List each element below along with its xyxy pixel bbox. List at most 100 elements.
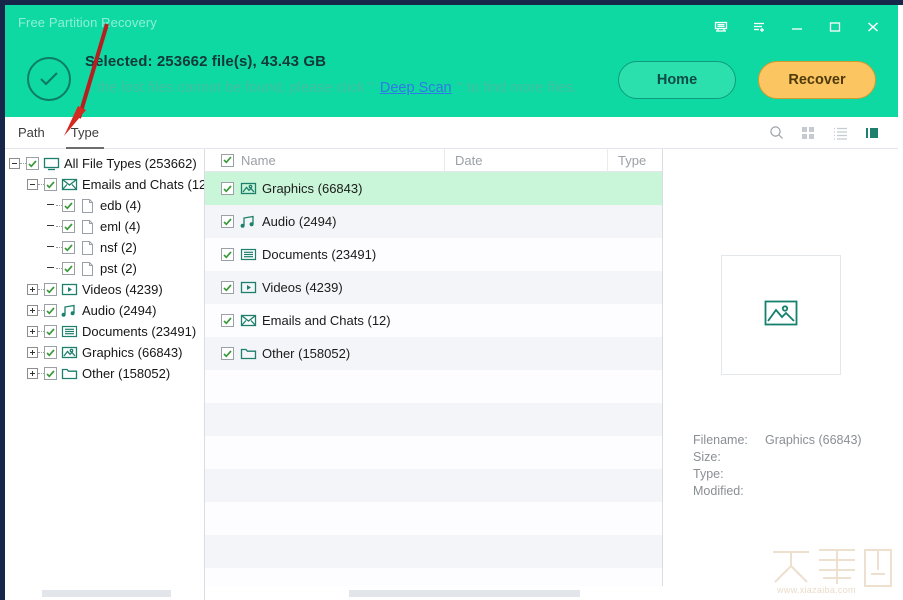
deep-scan-link[interactable]: Deep Scan <box>380 80 452 96</box>
file-list-header: Name Date Type <box>205 149 662 172</box>
tree-node-label: Graphics (66843) <box>82 345 183 360</box>
file-list-row[interactable]: Other (158052) <box>205 337 662 370</box>
row-checkbox[interactable] <box>221 182 234 195</box>
tree-leaf-spacer <box>45 221 56 232</box>
list-view-icon[interactable] <box>830 123 850 143</box>
preview-field: Type: <box>693 466 862 483</box>
tree-node-checkbox[interactable] <box>44 367 57 380</box>
document-icon <box>61 324 78 339</box>
row-checkbox[interactable] <box>221 248 234 261</box>
grid-view-icon[interactable] <box>798 123 818 143</box>
image-icon <box>61 345 78 360</box>
maximize-icon[interactable] <box>816 14 854 40</box>
list-add-icon[interactable] <box>740 14 778 40</box>
tree-node-label: nsf (2) <box>100 240 137 255</box>
tree-node-checkbox[interactable] <box>26 157 39 170</box>
tree-node-label: Emails and Chats (12) <box>82 177 204 192</box>
tree-node-checkbox[interactable] <box>44 283 57 296</box>
app-header: Free Partition Recovery Selected: 253662… <box>5 5 898 117</box>
tree-expand-toggle[interactable] <box>27 326 38 337</box>
file-type-tree: All File Types (253662) Emails and Chats … <box>5 149 204 384</box>
search-icon[interactable] <box>766 123 786 143</box>
scan-status: Selected: 253662 file(s), 43.43 GB If th… <box>27 50 577 101</box>
file-list-row[interactable]: Graphics (66843) <box>205 172 662 205</box>
home-button[interactable]: Home <box>618 61 736 99</box>
preview-pane-icon[interactable] <box>862 123 882 143</box>
file-list-row[interactable]: Documents (23491) <box>205 238 662 271</box>
window-controls <box>702 14 892 40</box>
preview-field: Modified: <box>693 483 862 500</box>
row-checkbox[interactable] <box>221 215 234 228</box>
row-checkbox[interactable] <box>221 314 234 327</box>
close-icon[interactable] <box>854 14 892 40</box>
tree-node[interactable]: Other (158052) <box>5 363 204 384</box>
tree-expand-toggle[interactable] <box>27 347 38 358</box>
tree-node[interactable]: nsf (2) <box>5 237 204 258</box>
preview-field-value: Graphics (66843) <box>765 433 862 447</box>
tree-collapse-toggle[interactable] <box>27 179 38 190</box>
tree-node-checkbox[interactable] <box>44 325 57 338</box>
tree-node-label: pst (2) <box>100 261 137 276</box>
tree-node[interactable]: Graphics (66843) <box>5 342 204 363</box>
tree-node[interactable]: Audio (2494) <box>5 300 204 321</box>
mail-icon <box>61 177 78 192</box>
list-horizontal-scrollbar[interactable] <box>205 589 662 598</box>
file-list-row[interactable]: Videos (4239) <box>205 271 662 304</box>
tab-type[interactable]: Type <box>58 117 112 149</box>
tree-leaf-spacer <box>45 263 56 274</box>
file-list-row[interactable]: Emails and Chats (12) <box>205 304 662 337</box>
row-checkbox[interactable] <box>221 347 234 360</box>
tree-node-checkbox[interactable] <box>44 178 57 191</box>
list-scrollbar-thumb[interactable] <box>349 590 580 597</box>
tree-node[interactable]: eml (4) <box>5 216 204 237</box>
preview-thumbnail <box>721 255 841 375</box>
file-list-row[interactable]: Audio (2494) <box>205 205 662 238</box>
audio-icon <box>240 214 257 229</box>
file-icon <box>79 219 96 234</box>
file-list-empty-row <box>205 502 662 535</box>
tree-horizontal-scrollbar[interactable] <box>5 589 204 598</box>
row-checkbox[interactable] <box>221 281 234 294</box>
tree-node-label: Other (158052) <box>82 366 171 381</box>
tree-node[interactable]: Videos (4239) <box>5 279 204 300</box>
tree-node[interactable]: Documents (23491) <box>5 321 204 342</box>
tree-expand-toggle[interactable] <box>27 305 38 316</box>
file-icon <box>79 261 96 276</box>
tree-node-checkbox[interactable] <box>62 220 75 233</box>
tree-scrollbar-thumb[interactable] <box>42 590 171 597</box>
tree-node-checkbox[interactable] <box>62 241 75 254</box>
tree-node[interactable]: pst (2) <box>5 258 204 279</box>
video-icon <box>240 280 257 295</box>
tree-node[interactable]: Emails and Chats (12) <box>5 174 204 195</box>
tree-expand-toggle[interactable] <box>27 368 38 379</box>
column-header-date[interactable]: Date <box>444 149 607 172</box>
tree-node-checkbox[interactable] <box>44 346 57 359</box>
tab-path[interactable]: Path <box>5 117 58 149</box>
tab-bar: Path Type <box>5 117 898 149</box>
column-header-name[interactable]: Name <box>205 153 444 168</box>
tree-collapse-toggle[interactable] <box>9 158 20 169</box>
tree-node-checkbox[interactable] <box>44 304 57 317</box>
cart-icon[interactable] <box>702 14 740 40</box>
file-list-rows: Graphics (66843) Audio (2494) Documents (2… <box>205 172 662 586</box>
minimize-icon[interactable] <box>778 14 816 40</box>
tree-node[interactable]: edb (4) <box>5 195 204 216</box>
column-header-type[interactable]: Type <box>607 149 662 172</box>
folder-icon <box>240 346 257 361</box>
tree-node-label: Documents (23491) <box>82 324 197 339</box>
tree-node-label: Audio (2494) <box>82 303 157 318</box>
column-header-name-label: Name <box>241 152 276 168</box>
tree-node-checkbox[interactable] <box>62 262 75 275</box>
tree-expand-toggle[interactable] <box>27 284 38 295</box>
tree-node[interactable]: All File Types (253662) <box>5 153 204 174</box>
header-actions: Home Recover <box>618 61 876 99</box>
recover-button[interactable]: Recover <box>758 61 876 99</box>
row-name-label: Audio (2494) <box>262 214 337 229</box>
image-icon <box>240 181 257 196</box>
tree-node-checkbox[interactable] <box>62 199 75 212</box>
preview-field: Filename: Graphics (66843) <box>693 432 862 449</box>
watermark-url: www.xiazaiba.com <box>777 585 856 595</box>
document-icon <box>240 247 257 262</box>
video-icon <box>61 282 78 297</box>
select-all-checkbox[interactable] <box>221 153 234 167</box>
